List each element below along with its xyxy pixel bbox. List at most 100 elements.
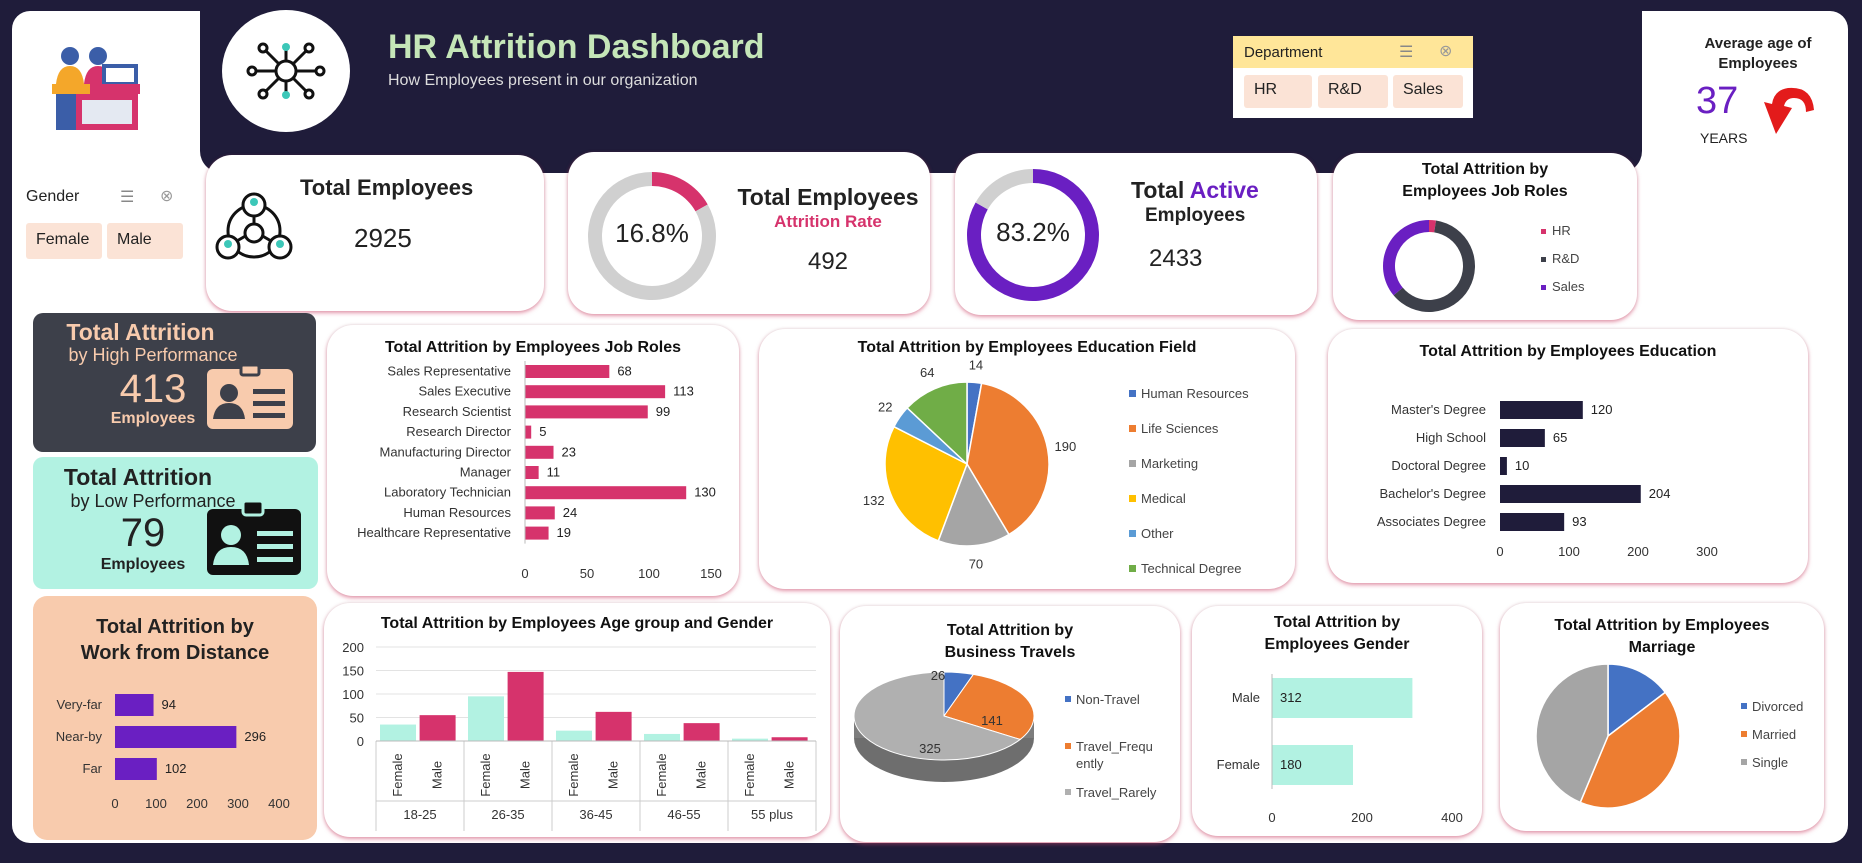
education-bar-chart: Master's Degree 120 High School 65 Doctoral … [1377,401,1718,559]
gender-clear-filter-icon[interactable]: ⊗ [160,186,173,206]
bar-doctoral-degree [1500,457,1507,475]
legend-label: Single [1752,755,1788,770]
legend-label: Other [1141,526,1174,541]
dept-attrition-card: Total Attrition by Employees Job Roles H… [1333,153,1637,320]
total-employees-value: 2925 [354,223,412,253]
bar-bachelor-s-degree [1500,485,1641,503]
active-label-highlight: Active [1189,177,1259,203]
red-curved-arrow-icon [1764,87,1814,134]
gender-option-female[interactable]: Female [26,223,102,259]
bar-46-55-female [644,733,680,741]
x-category-label: Female [478,753,493,796]
active-label-suffix: Employees [1145,205,1246,226]
total-employees-label: Total Employees [300,175,474,200]
data-label: 93 [1572,514,1586,529]
attrition-rate-percent: 16.8% [615,218,689,248]
high-performance-unit: Employees [110,410,196,427]
bar-26-35-female [468,696,504,741]
high-performance-value: 413 [119,367,187,411]
legend-swatch [1741,731,1747,737]
id-card-icon [207,365,293,429]
bar-high-school [1500,429,1545,447]
bar-very-far [115,694,154,716]
category-label: Female [1217,757,1260,772]
category-label: Bachelor's Degree [1379,486,1486,501]
bar-research-director [525,425,532,439]
attrition-rate-card: 16.8% Total Employees Attrition Rate 492 [568,152,930,314]
category-label: Far [83,761,103,776]
category-label: Laboratory Technician [384,485,511,500]
x-category-label: Male [694,761,709,789]
gender-option-male[interactable]: Male [107,223,183,259]
x-tick-label: 100 [638,566,660,581]
bar-manager [525,466,539,479]
legend-label: HR [1552,223,1571,238]
department-option-rd[interactable]: R&D [1318,75,1388,108]
legend-swatch [1065,696,1071,702]
legend-label: Non-Travel [1076,692,1140,707]
data-label: 120 [1591,402,1613,417]
pie-data-label: 22 [878,399,892,414]
data-label: 10 [1515,458,1529,473]
data-label: 102 [165,761,187,776]
category-label: High School [1416,430,1486,445]
category-label: Research Director [406,424,511,439]
data-label: 23 [562,444,576,459]
marriage-pie-chart: Divorced Married Single [1535,663,1803,809]
marriage-card: Total Attrition by Employees Marriage Di… [1500,603,1824,831]
distance-card: Total Attrition by Work from Distance Ve… [33,596,317,840]
category-label: Manager [460,465,512,480]
legend-label: Medical [1141,491,1186,506]
job-roles-bar-chart: Sales Representative 68 Sales Executive 113… [357,361,722,581]
category-label: Associates Degree [1377,514,1486,529]
x-tick-label: 200 [186,796,208,811]
category-label: Master's Degree [1391,402,1486,417]
x-tick-label: 0 [1496,544,1503,559]
clear-filter-icon[interactable]: ⊗ [1439,41,1452,61]
legend-swatch [1129,390,1136,397]
x-category-label: Female [654,753,669,796]
high-performance-card: Total Attrition by High Performance 413 … [33,313,316,452]
pie-data-label: 64 [920,365,934,380]
category-label: Healthcare Representative [357,525,511,540]
x-group-label: 18-25 [403,807,436,822]
y-tick-label: 100 [342,687,364,702]
multi-select-icon[interactable]: ☰ [1399,42,1413,62]
category-label: Sales Representative [387,364,511,379]
x-category-label: Female [742,753,757,796]
id-card-icon-dark [207,501,301,575]
x-tick-label: 200 [1627,544,1649,559]
y-tick-label: 0 [357,734,364,749]
x-tick-label: 300 [1696,544,1718,559]
department-option-sales[interactable]: Sales [1393,75,1463,108]
legend-label: R&D [1552,251,1579,266]
legend-label: Human Resources [1141,386,1249,401]
data-label: 113 [673,384,694,399]
legend-swatch-R&D [1541,257,1546,262]
data-label: 65 [1553,430,1567,445]
job-roles-card: Total Attrition by Employees Job Roles S… [327,325,739,596]
active-card-label: Total Active [1131,177,1259,204]
distance-bar-chart: Very-far 94 Near-by 296 Far 102 0 100 200 300 400 [56,694,290,811]
category-label: Manufacturing Director [380,444,512,459]
bar-26-35-male [507,671,544,741]
bar-manufacturing-director [525,445,554,459]
legend-label: Sales [1552,279,1585,294]
bar-sales-executive [525,385,666,399]
x-category-label: Male [782,761,797,789]
bar-human-resources [525,506,555,520]
y-tick-label: 150 [342,664,364,679]
data-label: 94 [162,697,176,712]
gender-bar-chart: Male 312 Female 180 0 200 400 [1217,674,1463,825]
dashboard-subtitle: How Employees present in our organizatio… [388,72,698,89]
category-label: Research Scientist [403,404,512,419]
department-slicer-label: Department [1244,44,1323,61]
department-option-hr[interactable]: HR [1244,75,1312,108]
legend-swatch-Sales [1541,285,1546,290]
pie-data-label: 132 [863,493,885,508]
high-performance-subtitle: by High Performance [68,345,238,365]
data-label: 180 [1280,757,1302,772]
gender-multi-select-icon[interactable]: ☰ [120,187,134,207]
business-travel-pie-chart: 26 141 325 Non-Travel Travel_Frequently Trave… [853,668,1157,800]
dept-attrition-donut: HR R&D Sales [1383,220,1585,312]
